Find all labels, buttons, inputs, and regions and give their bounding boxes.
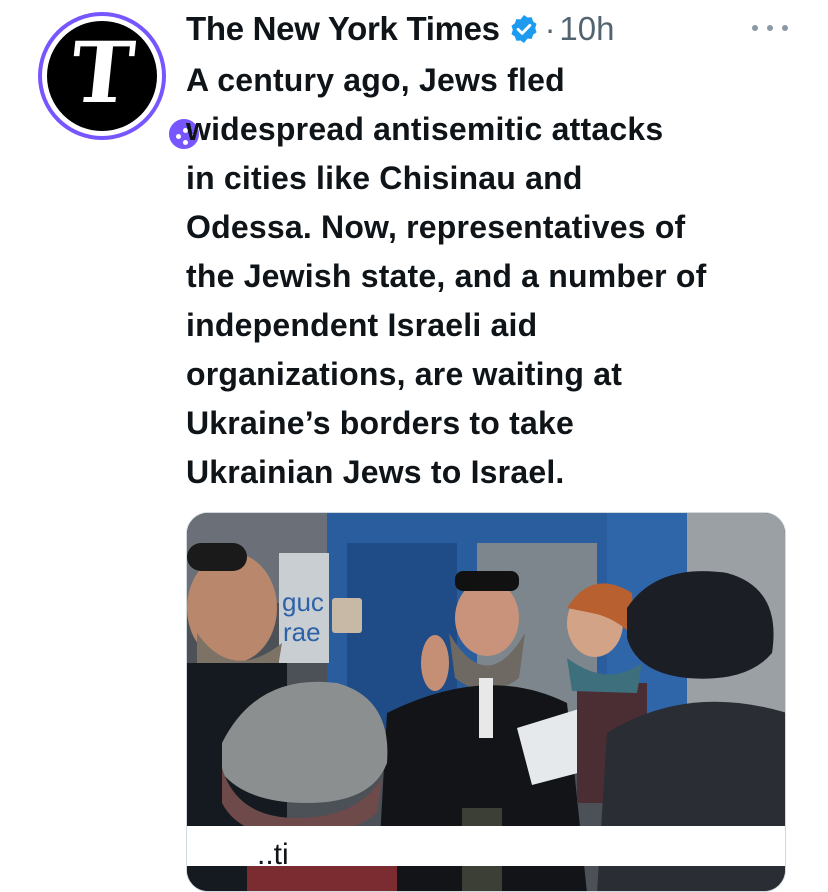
link-card-footer[interactable]: ..ti [186, 826, 786, 870]
tweet-line: the Jewish state, and a number of [186, 258, 707, 294]
sign-text: guc [282, 587, 324, 617]
avatar[interactable]: T [38, 12, 202, 152]
tweet-line: widespread antisemitic attacks [186, 111, 664, 147]
tweet-line: Ukrainian Jews to Israel. [186, 454, 565, 490]
card-title-fragment: ..ti [257, 838, 289, 871]
tweet-line: A century ago, Jews fled [186, 62, 565, 98]
verified-badge-icon [508, 13, 540, 45]
tweet-line: independent Israeli aid [186, 307, 538, 343]
tweet-line: in cities like Chisinau and [186, 160, 583, 196]
nyt-logo-avatar: T [47, 21, 157, 131]
tweet-line: Ukraine’s borders to take [186, 405, 574, 441]
account-name[interactable]: The New York Times [186, 10, 500, 48]
post-time[interactable]: 10h [559, 10, 614, 48]
tweet-line: organizations, are waiting at [186, 356, 623, 392]
more-options-icon[interactable] [752, 18, 788, 38]
avatar-letter: T [65, 23, 139, 122]
separator-dot: · [544, 10, 556, 47]
tweet-header: The New York Times · 10h [186, 6, 614, 52]
tweet-line: Odessa. Now, representatives of [186, 209, 686, 245]
sign-text: rae [283, 617, 321, 647]
tweet-text: A century ago, Jews fled widespread anti… [186, 56, 806, 497]
